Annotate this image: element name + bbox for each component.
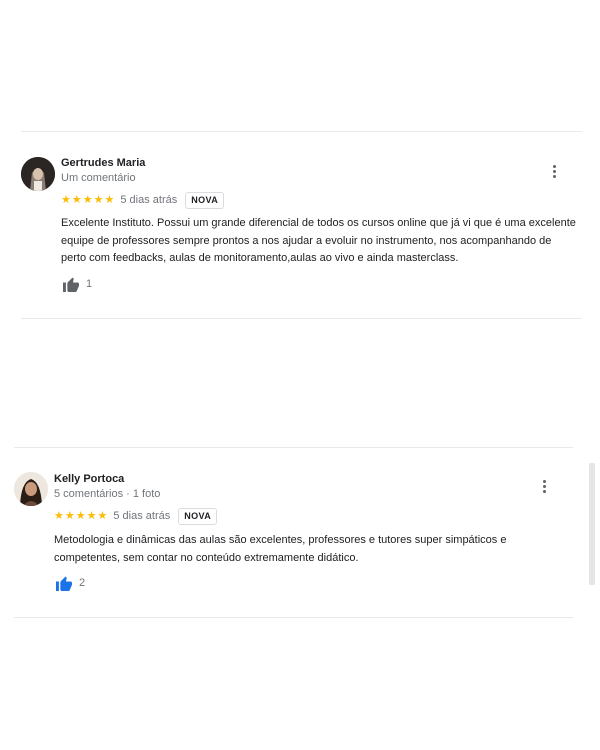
star-icon: ★ [61, 193, 71, 206]
reviewer-avatar[interactable] [21, 157, 55, 191]
rating-row: ★ ★ ★ ★ ★ 5 dias atrás NOVA [61, 191, 225, 209]
review-date: 5 dias atrás [113, 510, 171, 522]
more-dot [542, 479, 546, 483]
reviewer-meta[interactable]: Um comentário [61, 172, 136, 184]
more-dot [552, 164, 556, 168]
review-date: 5 dias atrás [120, 194, 178, 206]
star-icon: ★ [75, 509, 86, 522]
star-rating: ★ ★ ★ ★ ★ [61, 193, 115, 206]
reviewer-name[interactable]: Kelly Portoca [54, 473, 124, 485]
star-icon: ★ [64, 509, 75, 522]
like-count: 2 [79, 577, 86, 589]
star-icon: ★ [97, 509, 108, 522]
more-options-button[interactable] [536, 476, 552, 496]
review-text: Metodologia e dinâmicas das aulas são ex… [54, 534, 507, 564]
more-dot [552, 169, 556, 173]
review-divider [21, 318, 582, 319]
star-rating: ★ ★ ★ ★ ★ [54, 509, 108, 522]
more-dot [542, 489, 546, 493]
thumbs-up-icon [56, 576, 72, 591]
like-count: 1 [86, 278, 93, 290]
avatar-photo-icon [21, 157, 55, 191]
like-button[interactable]: 1 [62, 274, 92, 294]
more-dot [552, 174, 556, 178]
thumbs-up-icon [63, 277, 79, 292]
review-text: Excelente Instituto. Possui um grande di… [61, 217, 576, 264]
avatar-photo-icon [14, 472, 48, 506]
star-icon: ★ [54, 509, 64, 522]
review-divider [14, 617, 573, 618]
star-icon: ★ [93, 193, 104, 206]
star-icon: ★ [104, 193, 115, 206]
review-card: Kelly Portoca 5 comentários · 1 foto ★ ★… [0, 448, 600, 618]
new-badge: NOVA [178, 507, 218, 525]
scrollbar[interactable] [589, 463, 595, 585]
review-card: Gertrudes Maria Um comentário ★ ★ ★ ★ ★ … [0, 0, 600, 320]
more-dot [542, 484, 546, 488]
like-button[interactable]: 2 [55, 573, 85, 593]
rating-row: ★ ★ ★ ★ ★ 5 dias atrás NOVA [54, 507, 218, 525]
star-icon: ★ [82, 193, 93, 206]
reviewer-avatar[interactable] [14, 472, 48, 506]
reviewer-meta[interactable]: 5 comentários · 1 foto [54, 488, 160, 500]
more-options-button[interactable] [546, 161, 562, 181]
new-badge: NOVA [185, 191, 225, 209]
star-icon: ★ [71, 193, 82, 206]
reviewer-name[interactable]: Gertrudes Maria [61, 157, 145, 169]
star-icon: ★ [86, 509, 97, 522]
